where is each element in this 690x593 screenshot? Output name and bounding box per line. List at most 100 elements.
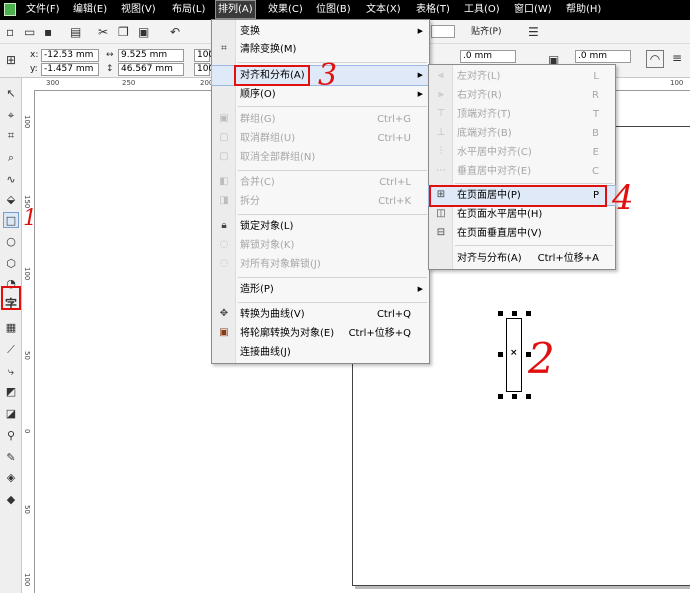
menu-item-unlock-object[interactable]: ◌ 解锁对象(K) bbox=[212, 236, 429, 255]
menu-item-ungroup-all[interactable]: ▢ 取消全部群组(N) bbox=[212, 148, 429, 167]
dimension-tool-icon[interactable]: ⟋ bbox=[3, 342, 19, 358]
snap-button[interactable]: 贴齐(P) bbox=[471, 26, 501, 38]
ruler-tick: 0 bbox=[23, 429, 31, 434]
vertical-ruler[interactable]: 100 150 100 50 0 50 100 bbox=[22, 91, 35, 593]
menu-text[interactable]: 文本(X) bbox=[366, 3, 401, 17]
zoom-select[interactable] bbox=[431, 25, 455, 38]
menu-item-ungroup[interactable]: ▢ 取消群组(U) Ctrl+U bbox=[212, 129, 429, 148]
menu-help[interactable]: 帮助(H) bbox=[566, 3, 601, 17]
height-field[interactable]: 46.567 mm bbox=[118, 63, 184, 76]
menu-item-align-h-center[interactable]: ⫶ 水平居中对齐(C) E bbox=[429, 143, 615, 162]
menu-item-center-horizontally[interactable]: ◫ 在页面水平居中(H) bbox=[429, 205, 615, 224]
menu-item-lock-object[interactable]: 🔒︎ 锁定对象(L) bbox=[212, 217, 429, 236]
menu-item-unlock-all[interactable]: ◌ 对所有对象解锁(J) bbox=[212, 255, 429, 274]
menu-effects[interactable]: 效果(C) bbox=[268, 3, 303, 17]
selection-handle[interactable] bbox=[512, 311, 517, 316]
menu-item-label: 清除变换(M) bbox=[240, 44, 297, 55]
print-icon[interactable]: ▤ bbox=[70, 24, 81, 40]
menu-item-join-curves[interactable]: 连接曲线(J) bbox=[212, 343, 429, 362]
menu-view[interactable]: 视图(V) bbox=[121, 3, 156, 17]
menu-item-align-and-distribute[interactable]: 对齐与分布(A) Ctrl+位移+A bbox=[429, 249, 615, 268]
rectangle-tool-icon[interactable]: □ bbox=[3, 212, 19, 228]
menu-edit[interactable]: 编辑(E) bbox=[73, 3, 107, 17]
menu-arrange[interactable]: 排列(A) bbox=[215, 0, 256, 19]
menu-item-clear-transform[interactable]: ⌗ 清除变换(M) bbox=[212, 40, 429, 59]
selection-handle[interactable] bbox=[512, 394, 517, 399]
group-icon: ▣ bbox=[219, 113, 229, 124]
undo-icon[interactable]: ↶ bbox=[170, 24, 180, 40]
shape-tool-icon[interactable]: ⌖ bbox=[3, 108, 19, 124]
annotation-step-4: 4 bbox=[612, 178, 634, 218]
outline-to-object-icon: ▣ bbox=[219, 327, 229, 338]
interactive-fill-icon[interactable]: ◆ bbox=[3, 492, 19, 508]
menu-item-group[interactable]: ▣ 群组(G) Ctrl+G bbox=[212, 110, 429, 129]
table-tool-icon[interactable]: ▦ bbox=[3, 320, 19, 336]
new-icon[interactable]: ▫ bbox=[6, 24, 14, 40]
selection-handle[interactable] bbox=[498, 394, 503, 399]
scale-height-field[interactable]: 100 bbox=[194, 63, 214, 76]
pick-tool-icon[interactable]: ↖ bbox=[3, 86, 19, 102]
blend-tool-icon[interactable]: ◩ bbox=[3, 384, 19, 400]
zoom-tool-icon[interactable]: ⌕ bbox=[3, 150, 19, 166]
menu-item-label: 造形(P) bbox=[240, 284, 274, 295]
ruler-tick: 100 bbox=[23, 115, 31, 129]
combine-icon: ◧ bbox=[219, 176, 229, 187]
menu-item-shortcut: L bbox=[593, 71, 599, 82]
menu-layout[interactable]: 布局(L) bbox=[172, 3, 205, 17]
menu-file[interactable]: 文件(F) bbox=[26, 3, 60, 17]
menu-bitmaps[interactable]: 位图(B) bbox=[316, 3, 351, 17]
menu-item-break-apart[interactable]: ◨ 拆分 Ctrl+K bbox=[212, 192, 429, 211]
menu-table[interactable]: 表格(T) bbox=[416, 3, 450, 17]
menu-item-align-left[interactable]: ⫷ 左对齐(L) L bbox=[429, 67, 615, 86]
ruler-tick: 100 bbox=[670, 79, 684, 87]
ruler-tick: 100 bbox=[23, 573, 31, 587]
outline-pen-icon[interactable]: ✎ bbox=[3, 450, 19, 466]
ungroup-icon: ▢ bbox=[219, 132, 229, 143]
scale-width-field[interactable]: 100 bbox=[194, 49, 214, 62]
menu-item-center-vertically[interactable]: ⊟ 在页面垂直居中(V) bbox=[429, 224, 615, 243]
menu-item-convert-to-curves[interactable]: ✥ 转换为曲线(V) Ctrl+Q bbox=[212, 305, 429, 324]
menu-item-align-top[interactable]: ⊤ 顶端对齐(T) T bbox=[429, 105, 615, 124]
smart-fill-icon[interactable]: ⬙ bbox=[3, 192, 19, 208]
crop-tool-icon[interactable]: ⌗ bbox=[3, 128, 19, 144]
copy-icon[interactable]: ❐ bbox=[118, 24, 129, 40]
break-apart-icon: ◨ bbox=[219, 195, 229, 206]
y-position-field[interactable]: -1.457 mm bbox=[41, 63, 99, 76]
menu-item-align-v-center[interactable]: ⋯ 垂直居中对齐(E) C bbox=[429, 162, 615, 181]
menu-item-label: 锁定对象(L) bbox=[240, 221, 294, 232]
eyedropper-icon[interactable]: ⚲ bbox=[3, 428, 19, 444]
width-field[interactable]: 9.525 mm bbox=[118, 49, 184, 62]
wrap-text-icon[interactable]: ≡ bbox=[672, 50, 682, 66]
ellipse-tool-icon[interactable]: ○ bbox=[3, 234, 19, 250]
menu-window[interactable]: 窗口(W) bbox=[514, 3, 552, 17]
ungroup-all-icon: ▢ bbox=[219, 151, 229, 162]
object-origin-icon[interactable]: ⊞ bbox=[6, 52, 16, 68]
outline-width-field-2[interactable]: .0 mm bbox=[575, 50, 631, 63]
save-icon[interactable]: ▪ bbox=[44, 24, 52, 40]
connector-tool-icon[interactable]: ⤷ bbox=[3, 364, 19, 380]
paste-icon[interactable]: ▣ bbox=[138, 24, 149, 40]
menu-item-label: 顺序(O) bbox=[240, 89, 276, 100]
round-corner-icon[interactable]: ◠ bbox=[646, 50, 664, 68]
transparency-tool-icon[interactable]: ◪ bbox=[3, 406, 19, 422]
menu-item-align-right[interactable]: ⫸ 右对齐(R) R bbox=[429, 86, 615, 105]
menu-item-transform[interactable]: 变换 ▶ bbox=[212, 22, 429, 41]
selection-handle[interactable] bbox=[526, 311, 531, 316]
menu-item-combine[interactable]: ◧ 合并(C) Ctrl+L bbox=[212, 173, 429, 192]
x-position-field[interactable]: -12.53 mm bbox=[41, 49, 99, 62]
menu-item-outline-to-object[interactable]: ▣ 将轮廓转换为对象(E) Ctrl+位移+Q bbox=[212, 324, 429, 343]
menu-item-align-bottom[interactable]: ⊥ 底端对齐(B) B bbox=[429, 124, 615, 143]
freehand-tool-icon[interactable]: ∿ bbox=[3, 172, 19, 188]
open-icon[interactable]: ▭ bbox=[24, 24, 35, 40]
selection-handle[interactable] bbox=[526, 394, 531, 399]
menu-item-label: 对齐与分布(A) bbox=[457, 253, 522, 264]
cut-icon[interactable]: ✂ bbox=[98, 24, 108, 40]
polygon-tool-icon[interactable]: ⬡ bbox=[3, 256, 19, 272]
outline-width-field[interactable]: .0 mm bbox=[460, 50, 516, 63]
selection-handle[interactable] bbox=[498, 311, 503, 316]
fill-bucket-icon[interactable]: ◈ bbox=[3, 470, 19, 486]
selection-handle[interactable] bbox=[498, 352, 503, 357]
menu-item-shaping[interactable]: 造形(P) ▶ bbox=[212, 280, 429, 299]
options-icon[interactable]: ☰ bbox=[528, 24, 539, 40]
menu-tools[interactable]: 工具(O) bbox=[464, 3, 500, 17]
